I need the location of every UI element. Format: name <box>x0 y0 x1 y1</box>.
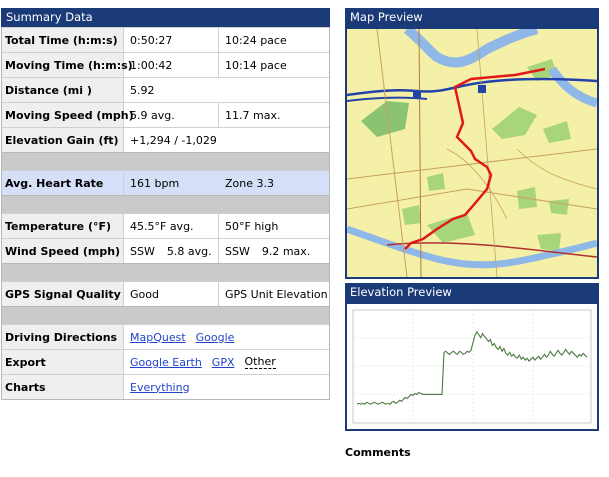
mapquest-link[interactable]: MapQuest <box>130 331 186 344</box>
comments-heading: Comments <box>345 446 411 459</box>
export-links: Google Earth GPX Other <box>124 350 329 374</box>
row-temperature: Temperature (°F) 45.5°F avg. 50°F high <box>2 213 329 238</box>
row-moving-time: Moving Time (h:m:s) 1:00:42 10:14 pace <box>2 52 329 77</box>
label-charts: Charts <box>2 375 124 399</box>
value-total-pace: 10:24 pace <box>225 33 287 47</box>
elevation-chart <box>352 309 592 424</box>
summary-table: Total Time (h:m:s) 0:50:27 10:24 pace Mo… <box>1 27 330 400</box>
label-heart-rate: Avg. Heart Rate <box>2 171 124 195</box>
row-spacer <box>2 306 329 324</box>
value-moving-pace: 10:14 pace <box>225 58 287 72</box>
wind-direction-avg: SSW <box>130 244 155 258</box>
row-wind-speed: Wind Speed (mph) SSW 5.8 avg. SSW 9.2 ma… <box>2 238 329 263</box>
row-heart-rate: Avg. Heart Rate 161 bpm Zone 3.3 <box>2 170 329 195</box>
label-export: Export <box>2 350 124 374</box>
other-export-menu[interactable]: Other <box>244 355 276 369</box>
label-temperature: Temperature (°F) <box>2 214 124 238</box>
value-heart-rate: 161 bpm <box>130 176 180 190</box>
label-wind-speed: Wind Speed (mph) <box>2 239 124 263</box>
value-max-speed: 11.7 max. <box>225 108 281 122</box>
value-moving-time: 1:00:42 <box>124 53 219 77</box>
row-distance: Distance (mi ) 5.92 <box>2 77 329 102</box>
row-spacer <box>2 152 329 170</box>
wind-speed-avg: 5.8 avg. <box>166 244 212 258</box>
value-wind-avg: SSW 5.8 avg. <box>124 239 219 263</box>
elevation-preview-header: Elevation Preview <box>345 283 599 302</box>
label-driving-directions: Driving Directions <box>2 325 124 349</box>
row-moving-speed: Moving Speed (mph) 5.9 avg. 11.7 max. <box>2 102 329 127</box>
value-temp-avg: 45.5°F avg. <box>124 214 219 238</box>
value-total-time: 0:50:27 <box>124 28 219 52</box>
wind-direction-max: SSW <box>225 244 250 258</box>
row-total-time: Total Time (h:m:s) 0:50:27 10:24 pace <box>2 27 329 52</box>
everything-chart-link[interactable]: Everything <box>130 381 190 394</box>
value-heart-zone: Zone 3.3 <box>225 176 274 190</box>
row-spacer <box>2 263 329 281</box>
row-elevation-gain: Elevation Gain (ft) +1,294 / -1,029 <box>2 127 329 152</box>
row-driving-directions: Driving Directions MapQuest Google <box>2 324 329 349</box>
row-gps-quality: GPS Signal Quality Good GPS Unit Elevati… <box>2 281 329 306</box>
elevation-preview[interactable] <box>345 302 599 431</box>
summary-header: Summary Data <box>1 8 330 27</box>
value-gps-quality: Good <box>124 282 219 306</box>
label-total-time: Total Time (h:m:s) <box>2 28 124 52</box>
wind-speed-max: 9.2 max. <box>261 244 311 258</box>
gpx-link[interactable]: GPX <box>212 356 235 369</box>
value-wind-max: SSW 9.2 max. <box>219 239 329 263</box>
map-preview[interactable] <box>345 27 599 279</box>
map-preview-header: Map Preview <box>345 8 599 27</box>
google-directions-link[interactable]: Google <box>196 331 235 344</box>
value-elevation-gain: +1,294 / -1,029 <box>130 133 217 147</box>
label-gps-quality: GPS Signal Quality <box>2 282 124 306</box>
label-distance: Distance (mi ) <box>2 78 124 102</box>
google-earth-link[interactable]: Google Earth <box>130 356 202 369</box>
value-temp-high: 50°F high <box>225 219 279 233</box>
driving-links: MapQuest Google <box>124 325 329 349</box>
label-moving-time: Moving Time (h:m:s) <box>2 53 133 77</box>
charts-links: Everything <box>124 375 329 399</box>
row-charts: Charts Everything <box>2 374 329 399</box>
label-moving-speed: Moving Speed (mph) <box>2 103 134 127</box>
value-gps-elevation: GPS Unit Elevation <box>225 287 328 301</box>
row-export: Export Google Earth GPX Other <box>2 349 329 374</box>
value-avg-speed: 5.9 avg. <box>124 103 219 127</box>
row-spacer <box>2 195 329 213</box>
label-elevation-gain: Elevation Gain (ft) <box>2 128 124 152</box>
map-image <box>347 29 597 277</box>
value-distance: 5.92 <box>130 83 155 97</box>
